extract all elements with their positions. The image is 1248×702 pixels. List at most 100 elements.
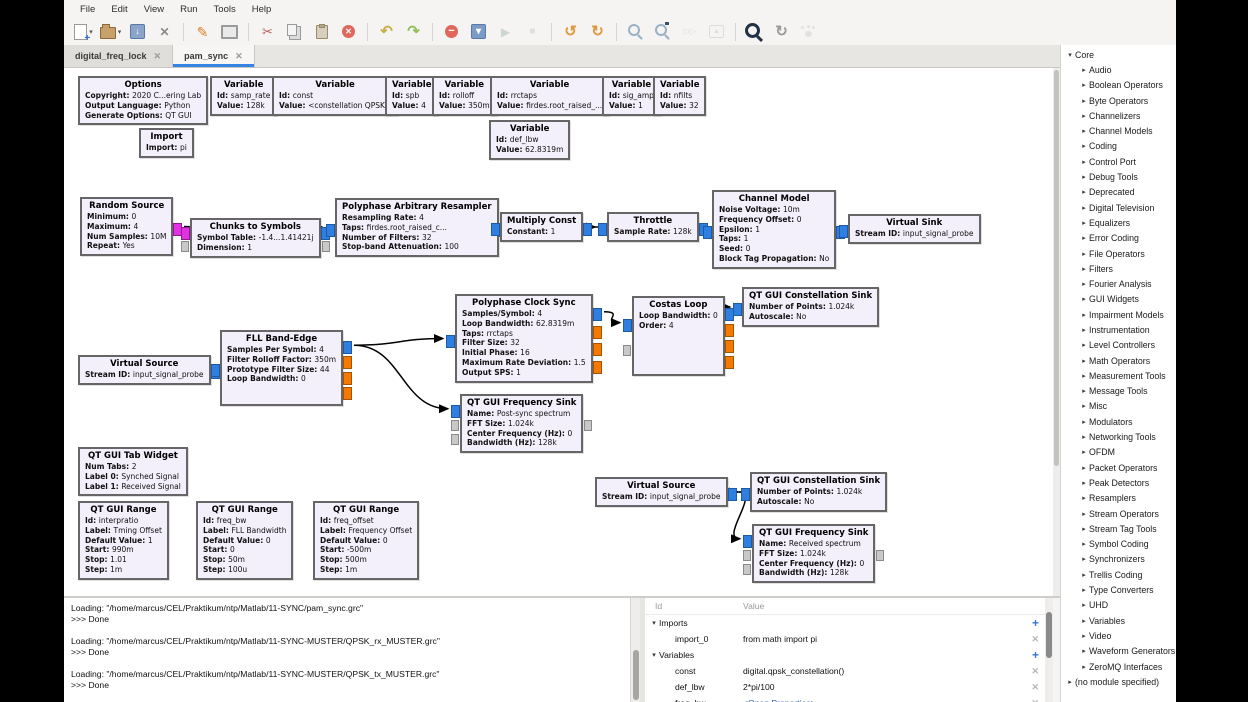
generate-flowgraph-button[interactable] [466, 21, 491, 43]
tree-item-debug-tools[interactable]: ▸Debug Tools [1061, 169, 1176, 184]
redo-button[interactable] [401, 21, 426, 43]
view-errors-button[interactable] [439, 21, 464, 43]
tree-item-deprecated[interactable]: ▸Deprecated [1061, 185, 1176, 200]
menu-view[interactable]: View [136, 0, 172, 18]
menu-help[interactable]: Help [244, 0, 280, 18]
caret-right-icon[interactable]: ▸ [1079, 357, 1089, 365]
tree-item-packet-operators[interactable]: ▸Packet Operators [1061, 460, 1176, 475]
delete-button[interactable] [336, 21, 361, 43]
tab-close-icon[interactable]: ✕ [154, 51, 162, 62]
tree-item-message-tools[interactable]: ▸Message Tools [1061, 384, 1176, 399]
in-port[interactable] [839, 225, 848, 238]
tree-item-stream-operators[interactable]: ▸Stream Operators [1061, 506, 1176, 521]
caret-right-icon[interactable]: ▸ [1079, 510, 1089, 518]
in-port[interactable] [733, 303, 742, 316]
out-port[interactable] [584, 420, 592, 431]
variable-editor-scrollbar[interactable] [1045, 598, 1053, 702]
block-vsink[interactable]: Virtual SinkStream ID: input_signal_prob… [848, 214, 981, 244]
in-port[interactable] [743, 564, 751, 575]
out-port[interactable] [593, 343, 602, 356]
tree-item-symbol-coding[interactable]: ▸Symbol Coding [1061, 537, 1176, 552]
tree-item-measurement-tools[interactable]: ▸Measurement Tools [1061, 368, 1176, 383]
bypass-button[interactable] [677, 21, 702, 43]
open-button[interactable]: ▾ [98, 21, 123, 43]
block-costas[interactable]: Costas LoopLoop Bandwidth: 0Order: 4 [632, 296, 725, 376]
caret-right-icon[interactable]: ▸ [1079, 372, 1089, 380]
block-channel[interactable]: Channel ModelNoise Voltage: 10mFrequency… [712, 190, 836, 269]
tree-item-zeromq-interfaces[interactable]: ▸ZeroMQ Interfaces [1061, 659, 1176, 674]
menu-run[interactable]: Run [172, 0, 205, 18]
dropdown-caret-icon[interactable]: ▾ [118, 28, 122, 36]
out-port[interactable] [322, 241, 330, 252]
tree-item-ofdm[interactable]: ▸OFDM [1061, 445, 1176, 460]
caret-right-icon[interactable]: ▸ [1079, 341, 1089, 349]
caret-right-icon[interactable]: ▸ [1079, 464, 1089, 472]
caret-right-icon[interactable]: ▸ [1079, 142, 1089, 150]
tree-item-core[interactable]: ▾Core [1061, 47, 1176, 62]
tree-item-synchronizers[interactable]: ▸Synchronizers [1061, 552, 1176, 567]
tree-item-no-module-specified[interactable]: ▸(no module specified) [1061, 674, 1176, 689]
connection[interactable] [354, 345, 448, 409]
tree-item-misc[interactable]: ▸Misc [1061, 399, 1176, 414]
block-vsource2[interactable]: Virtual SourceStream ID: input_signal_pr… [595, 477, 728, 507]
tree-item-gui-widgets[interactable]: ▸GUI Widgets [1061, 292, 1176, 307]
tree-item-waveform-generators[interactable]: ▸Waveform Generators [1061, 644, 1176, 659]
caret-right-icon[interactable]: ▸ [1079, 525, 1089, 533]
caret-right-icon[interactable]: ▸ [1079, 663, 1089, 671]
tree-item-audio[interactable]: ▸Audio [1061, 62, 1176, 77]
caret-right-icon[interactable]: ▸ [1079, 66, 1089, 74]
caret-right-icon[interactable]: ▸ [1079, 250, 1089, 258]
caret-right-icon[interactable]: ▸ [1079, 204, 1089, 212]
out-port[interactable] [343, 387, 352, 400]
tree-item-stream-tag-tools[interactable]: ▸Stream Tag Tools [1061, 521, 1176, 536]
flowgraph-canvas[interactable]: OptionsCopyright: 2020 C...ering LabOutp… [64, 68, 1053, 596]
remove-icon[interactable]: ✕ [1031, 682, 1039, 693]
out-port[interactable] [593, 308, 602, 321]
remove-icon[interactable]: ✕ [1031, 698, 1039, 702]
variable-row-import_0[interactable]: import_0from math import pi✕ [645, 631, 1053, 647]
in-port[interactable] [743, 535, 752, 548]
caret-right-icon[interactable]: ▸ [1079, 418, 1089, 426]
tree-item-variables[interactable]: ▸Variables [1061, 613, 1176, 628]
block-var_const[interactable]: VariableId: constValue: <constellation Q… [272, 76, 398, 116]
tree-item-coding[interactable]: ▸Coding [1061, 139, 1176, 154]
tree-item-filters[interactable]: ▸Filters [1061, 261, 1176, 276]
caret-down-icon[interactable]: ▾ [1065, 51, 1075, 59]
out-port[interactable] [725, 340, 734, 353]
caret-right-icon[interactable]: ▸ [1079, 647, 1089, 655]
block-throttle[interactable]: ThrottleSample Rate: 128k [607, 212, 699, 242]
caret-right-icon[interactable]: ▸ [1079, 127, 1089, 135]
out-port[interactable] [876, 550, 884, 561]
tree-item-level-controllers[interactable]: ▸Level Controllers [1061, 338, 1176, 353]
block-freqsink2[interactable]: QT GUI Frequency SinkName: Received spec… [752, 524, 875, 583]
rotate-cw-button[interactable] [585, 21, 610, 43]
out-port[interactable] [593, 361, 602, 374]
tree-item-channelizers[interactable]: ▸Channelizers [1061, 108, 1176, 123]
in-port[interactable] [703, 226, 712, 239]
caret-right-icon[interactable]: ▸ [1079, 540, 1089, 548]
block-import_pi[interactable]: ImportImport: pi [139, 128, 194, 158]
execute-flowgraph-button[interactable] [493, 21, 518, 43]
tree-item-boolean-operators[interactable]: ▸Boolean Operators [1061, 78, 1176, 93]
caret-down-icon[interactable]: ▾ [649, 651, 659, 659]
tree-item-file-operators[interactable]: ▸File Operators [1061, 246, 1176, 261]
add-icon[interactable]: + [1032, 616, 1039, 630]
in-port[interactable] [326, 224, 335, 237]
caret-right-icon[interactable]: ▸ [1079, 265, 1089, 273]
cut-button[interactable] [255, 21, 280, 43]
connection[interactable] [354, 339, 443, 346]
tree-item-peak-detectors[interactable]: ▸Peak Detectors [1061, 475, 1176, 490]
caret-right-icon[interactable]: ▸ [1079, 234, 1089, 242]
in-port[interactable] [623, 319, 632, 332]
caret-right-icon[interactable]: ▸ [1079, 188, 1089, 196]
in-port[interactable] [598, 223, 607, 236]
caret-right-icon[interactable]: ▸ [1079, 295, 1089, 303]
rotate-ccw-button[interactable] [558, 21, 583, 43]
block-tabwidget[interactable]: QT GUI Tab WidgetNum Tabs: 2Label 0: Syn… [78, 447, 188, 496]
caret-right-icon[interactable]: ▸ [1079, 494, 1089, 502]
in-port[interactable] [451, 434, 459, 445]
caret-right-icon[interactable]: ▸ [1079, 158, 1089, 166]
open-properties-link[interactable]: <Open Properties> [743, 698, 1031, 702]
tree-item-uhd[interactable]: ▸UHD [1061, 598, 1176, 613]
block-range1[interactable]: QT GUI RangeId: interpratioLabel: Tming … [78, 501, 169, 580]
